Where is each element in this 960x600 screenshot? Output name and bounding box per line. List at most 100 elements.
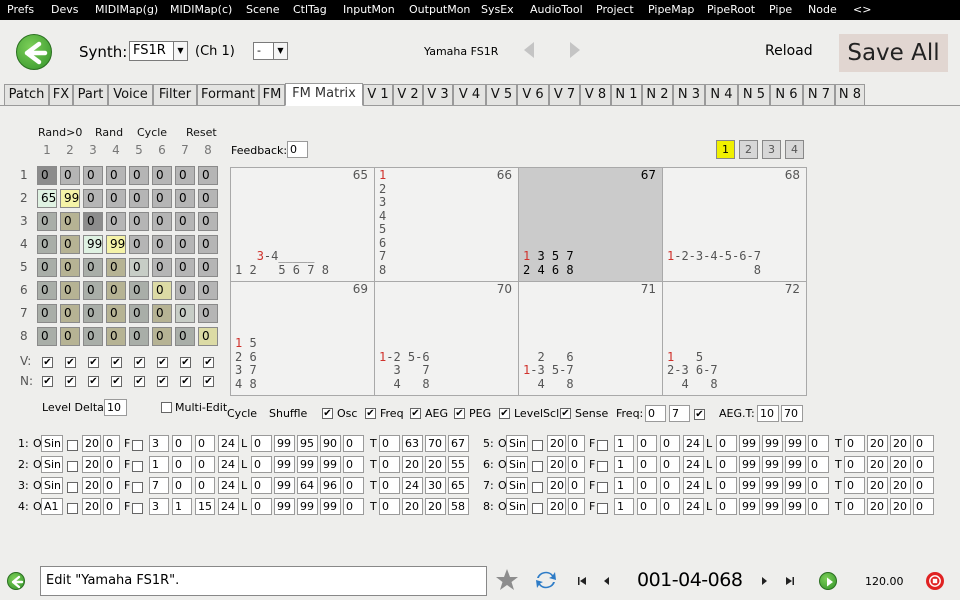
algorithm-cell-65[interactable]: 65 3-4_____ 1 2 5 6 7 8 (230, 167, 375, 282)
matrix-cell[interactable]: 0 (175, 166, 195, 185)
matrix-header-4[interactable]: Reset (186, 126, 217, 139)
matrix-cell[interactable]: 0 (175, 258, 195, 277)
operator-pitch[interactable]: 24 (218, 498, 239, 515)
noise-checkbox[interactable]: ✔ (180, 376, 191, 387)
operator-freq-detune[interactable]: 15 (195, 498, 215, 515)
operator-env-time[interactable]: 20 (867, 498, 888, 515)
operator-pitch[interactable]: 24 (683, 456, 704, 473)
operator-env-level[interactable]: 99 (320, 456, 341, 473)
operator-freq-fine[interactable]: 0 (172, 456, 192, 473)
matrix-cell[interactable]: 0 (37, 304, 57, 323)
operator-env-time[interactable]: 63 (402, 435, 423, 452)
matrix-cell[interactable]: 0 (198, 304, 218, 323)
operator-env-level[interactable]: 0 (343, 498, 364, 515)
tab-formant[interactable]: Formant (197, 84, 259, 106)
operator-level-b[interactable]: 0 (568, 477, 585, 494)
matrix-header-2[interactable]: Rand (95, 126, 123, 139)
menu-item-piperoot[interactable]: PipeRoot (707, 0, 755, 20)
operator-env-time[interactable]: 0 (913, 456, 934, 473)
next-device-button[interactable] (563, 39, 585, 61)
algorithm-cell-71[interactable]: 71 2 6 1-3 5-7 4 8 (518, 281, 663, 396)
matrix-cell[interactable]: 0 (60, 304, 80, 323)
menu-item-sysex[interactable]: SysEx (481, 0, 514, 20)
menu-item-audiotool[interactable]: AudioTool (530, 0, 583, 20)
matrix-cell[interactable]: 0 (152, 212, 172, 231)
operator-env-time[interactable]: 20 (867, 477, 888, 494)
operator-env-level[interactable]: 0 (808, 477, 829, 494)
tab-n-2[interactable]: N 2 (642, 84, 673, 106)
operator-freq-fine[interactable]: 0 (637, 477, 657, 494)
tab-n-1[interactable]: N 1 (611, 84, 642, 106)
menu-item-scene[interactable]: Scene (246, 0, 280, 20)
tab-fx[interactable]: FX (49, 84, 73, 106)
matrix-cell[interactable]: 0 (60, 166, 80, 185)
operator-level-a[interactable]: 20 (547, 498, 566, 515)
operator-fixed-checkbox[interactable] (597, 482, 608, 493)
tab-voice[interactable]: Voice (108, 84, 153, 106)
menu-item-pipemap[interactable]: PipeMap (648, 0, 694, 20)
matrix-cell[interactable]: 0 (175, 189, 195, 208)
matrix-header-1[interactable]: Rand>0 (38, 126, 82, 139)
operator-freq-fine[interactable]: 0 (637, 435, 657, 452)
operator-env-time[interactable]: 0 (913, 477, 934, 494)
voice-checkbox[interactable]: ✔ (157, 357, 168, 368)
operator-env-level[interactable]: 99 (785, 477, 806, 494)
operator-sync-checkbox[interactable] (532, 482, 543, 493)
operator-env-time[interactable]: 20 (402, 498, 423, 515)
operator-level-a[interactable]: 20 (82, 477, 101, 494)
operator-env-time[interactable]: 0 (844, 435, 865, 452)
algorithm-cell-67[interactable]: 67 1 3 5 72 4 6 8 (518, 167, 663, 282)
operator-env-level[interactable]: 99 (274, 477, 295, 494)
page-button-3[interactable]: 3 (762, 140, 781, 159)
tab-v-5[interactable]: V 5 (486, 84, 517, 106)
matrix-cell[interactable]: 65 (37, 189, 57, 208)
operator-env-level[interactable]: 0 (251, 477, 272, 494)
matrix-cell[interactable]: 0 (175, 281, 195, 300)
matrix-cell[interactable]: 0 (198, 281, 218, 300)
algorithm-cell-69[interactable]: 69 1 52 63 74 8 (230, 281, 375, 396)
operator-wave[interactable]: Sin (506, 435, 528, 452)
multi-edit-checkbox[interactable] (161, 402, 172, 413)
operator-env-level[interactable]: 0 (808, 498, 829, 515)
voice-checkbox[interactable]: ✔ (134, 357, 145, 368)
matrix-cell[interactable]: 0 (60, 258, 80, 277)
operator-level-b[interactable]: 0 (568, 498, 585, 515)
tab-n-5[interactable]: N 5 (738, 84, 770, 106)
next-button[interactable] (760, 575, 770, 587)
operator-fixed-checkbox[interactable] (597, 461, 608, 472)
operator-pitch[interactable]: 24 (218, 477, 239, 494)
feedback-input[interactable]: 0 (287, 141, 308, 158)
menu-item-midimap-c-[interactable]: MIDIMap(c) (170, 0, 232, 20)
operator-freq-detune[interactable]: 0 (660, 498, 680, 515)
operator-env-time[interactable]: 0 (913, 498, 934, 515)
operator-env-time[interactable]: 58 (448, 498, 469, 515)
operator-freq-detune[interactable]: 0 (195, 456, 215, 473)
matrix-cell[interactable]: 99 (60, 189, 80, 208)
operator-freq-detune[interactable]: 0 (195, 435, 215, 452)
toggle-peg-checkbox[interactable]: ✔ (454, 408, 465, 419)
operator-sync-checkbox[interactable] (67, 503, 78, 514)
page-button-1[interactable]: 1 (716, 140, 735, 159)
operator-env-time[interactable]: 70 (425, 435, 446, 452)
level-delta-input[interactable]: 10 (104, 399, 127, 416)
matrix-cell[interactable]: 0 (106, 281, 126, 300)
matrix-cell[interactable]: 99 (106, 235, 126, 254)
operator-env-time[interactable]: 0 (379, 456, 400, 473)
operator-env-time[interactable]: 55 (448, 456, 469, 473)
matrix-cell[interactable]: 0 (83, 304, 103, 323)
matrix-cell[interactable]: 0 (152, 166, 172, 185)
operator-freq-coarse[interactable]: 1 (614, 435, 634, 452)
tab-n-8[interactable]: N 8 (835, 84, 865, 106)
cycle-button[interactable]: Cycle (227, 405, 257, 422)
operator-env-time[interactable]: 20 (890, 498, 911, 515)
operator-level-a[interactable]: 20 (547, 456, 566, 473)
operator-level-b[interactable]: 0 (103, 477, 120, 494)
shuffle-button[interactable]: Shuffle (269, 405, 307, 422)
operator-env-level[interactable]: 99 (297, 498, 318, 515)
operator-env-level[interactable]: 99 (274, 435, 295, 452)
first-button[interactable] (577, 575, 587, 587)
tab-v-2[interactable]: V 2 (393, 84, 423, 106)
tab-n-6[interactable]: N 6 (770, 84, 803, 106)
matrix-header-3[interactable]: Cycle (137, 126, 167, 139)
operator-env-time[interactable]: 20 (890, 477, 911, 494)
